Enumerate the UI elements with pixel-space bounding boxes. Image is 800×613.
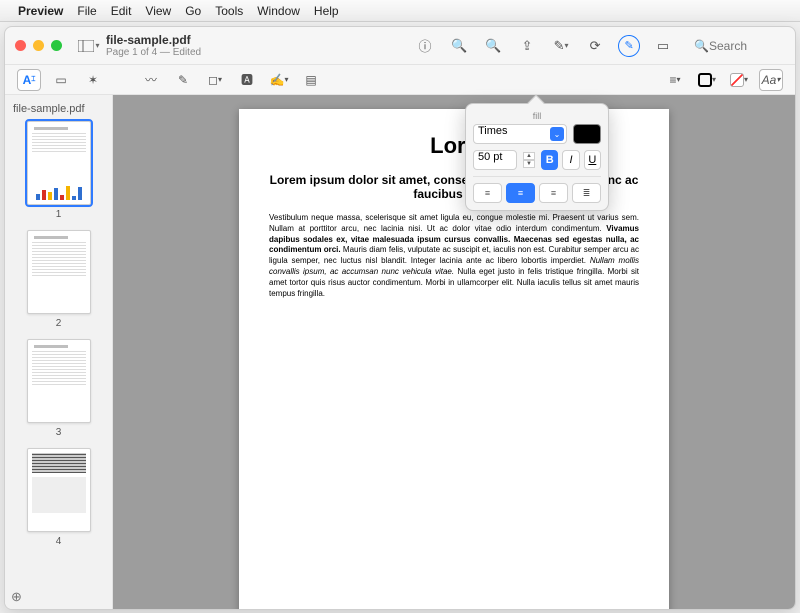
menu-view[interactable]: View xyxy=(145,4,171,18)
form-icon: ▭ xyxy=(657,38,669,54)
italic-button[interactable]: I xyxy=(562,150,579,170)
text-style-popover: fill Times ⌄ 50 pt ▲▼ B I U ≡ ≡ ≡ ≣ xyxy=(465,103,609,211)
close-window-button[interactable] xyxy=(15,40,26,51)
document-canvas[interactable]: Lore Lorem ipsum dolor sit amet, consect… xyxy=(113,95,795,609)
minimize-window-button[interactable] xyxy=(33,40,44,51)
thumb-4-number: 4 xyxy=(56,536,62,547)
textbox-icon: 🅰 xyxy=(241,71,253,88)
rotate-button[interactable]: ⟳ xyxy=(582,33,608,59)
line-icon: ≡ xyxy=(669,73,676,87)
info-icon: ⓘ xyxy=(419,36,432,55)
menu-window[interactable]: Window xyxy=(257,4,300,18)
thumb-3-number: 3 xyxy=(56,427,62,438)
menu-go[interactable]: Go xyxy=(185,4,201,18)
font-size-field[interactable]: 50 pt xyxy=(473,150,517,170)
thumbnail-4[interactable]: 4 xyxy=(5,448,112,547)
traffic-lights xyxy=(15,40,62,51)
popover-label: fill xyxy=(473,111,601,121)
app-name-menu[interactable]: Preview xyxy=(18,4,63,18)
sidebar-icon xyxy=(78,40,94,52)
align-left-button[interactable]: ≡ xyxy=(473,183,502,203)
sidebar-title: file-sample.pdf xyxy=(5,101,112,121)
menu-file[interactable]: File xyxy=(77,4,96,18)
signature-icon: ✍ xyxy=(270,73,285,87)
rotate-icon: ⟳ xyxy=(590,38,601,54)
sign-tool-button[interactable]: ✍▾ xyxy=(267,69,291,91)
zoom-out-icon: 🔍 xyxy=(451,38,467,54)
redact-icon: ✶ xyxy=(88,73,98,87)
paragraph-1: Vestibulum neque massa, scelerisque sit … xyxy=(269,213,639,609)
align-center-icon: ≡ xyxy=(518,188,523,198)
align-justify-icon: ≣ xyxy=(583,188,591,199)
align-right-icon: ≡ xyxy=(551,188,556,198)
thumbnail-1[interactable]: 1 xyxy=(5,121,112,220)
search-field[interactable]: 🔍 xyxy=(688,37,785,55)
text-box-button[interactable]: 🅰 xyxy=(235,69,259,91)
sketch-icon: 〰 xyxy=(145,71,157,88)
selection-tool-button[interactable]: ▭ xyxy=(49,69,73,91)
fill-icon xyxy=(730,73,744,87)
chevron-updown-icon: ⌄ xyxy=(550,127,564,141)
highlight-icon: ✎ xyxy=(554,38,565,54)
selection-icon: ▭ xyxy=(55,73,66,87)
fill-color-button[interactable]: ▾ xyxy=(727,69,751,91)
zoom-in-icon: 🔍 xyxy=(485,38,501,54)
title-area: file-sample.pdf Page 1 of 4 — Edited xyxy=(106,33,201,58)
text-style-button[interactable]: Aa▾ xyxy=(759,69,783,91)
search-icon: 🔍 xyxy=(694,39,709,53)
menubar: Preview File Edit View Go Tools Window H… xyxy=(0,0,800,22)
add-page-button[interactable]: ⊕ xyxy=(11,589,22,605)
thumbnail-3[interactable]: 3 xyxy=(5,339,112,438)
zoom-window-button[interactable] xyxy=(51,40,62,51)
document-subtitle: Page 1 of 4 — Edited xyxy=(106,47,201,58)
align-center-button[interactable]: ≡ xyxy=(506,183,535,203)
highlight-button[interactable]: ✎▾ xyxy=(548,33,574,59)
menu-tools[interactable]: Tools xyxy=(215,4,243,18)
preview-window: ▾ file-sample.pdf Page 1 of 4 — Edited ⓘ… xyxy=(4,26,796,610)
thumbnail-sidebar: file-sample.pdf 1 2 3 4 ⊕ xyxy=(5,95,113,609)
markup-toolbar: A⌶ ▭ ✶ 〰 ✎ ◻▾ 🅰 ✍▾ ▤ ≡▾ ▾ ▾ Aa▾ xyxy=(5,65,795,95)
align-justify-button[interactable]: ≣ xyxy=(572,183,601,203)
markup-button[interactable]: ✎ xyxy=(616,33,642,59)
form-button[interactable]: ▭ xyxy=(650,33,676,59)
thumbnail-2[interactable]: 2 xyxy=(5,230,112,329)
sketch-tool-button[interactable]: 〰 xyxy=(139,69,163,91)
note-icon: ▤ xyxy=(305,73,316,87)
menu-help[interactable]: Help xyxy=(314,4,339,18)
note-tool-button[interactable]: ▤ xyxy=(299,69,323,91)
draw-icon: ✎ xyxy=(178,73,188,87)
redact-tool-button[interactable]: ✶ xyxy=(81,69,105,91)
shapes-icon: ◻ xyxy=(208,73,218,87)
thumb-2-number: 2 xyxy=(56,318,62,329)
thumb-1-number: 1 xyxy=(56,209,62,220)
line-style-button[interactable]: ≡▾ xyxy=(663,69,687,91)
document-filename: file-sample.pdf xyxy=(106,33,201,47)
menu-edit[interactable]: Edit xyxy=(111,4,132,18)
share-icon: ⇪ xyxy=(522,38,533,54)
draw-tool-button[interactable]: ✎ xyxy=(171,69,195,91)
share-button[interactable]: ⇪ xyxy=(514,33,540,59)
search-input[interactable] xyxy=(709,39,779,53)
align-left-icon: ≡ xyxy=(485,188,490,198)
markup-icon: ✎ xyxy=(618,35,640,57)
stroke-color-button[interactable]: ▾ xyxy=(695,69,719,91)
zoom-out-button[interactable]: 🔍 xyxy=(446,33,472,59)
underline-button[interactable]: U xyxy=(584,150,601,170)
titlebar: ▾ file-sample.pdf Page 1 of 4 — Edited ⓘ… xyxy=(5,27,795,65)
text-color-swatch[interactable] xyxy=(573,124,601,144)
align-right-button[interactable]: ≡ xyxy=(539,183,568,203)
info-button[interactable]: ⓘ xyxy=(412,33,438,59)
text-tool-button[interactable]: A⌶ xyxy=(17,69,41,91)
zoom-in-button[interactable]: 🔍 xyxy=(480,33,506,59)
font-family-select[interactable]: Times ⌄ xyxy=(473,124,567,144)
sidebar-toggle-button[interactable]: ▾ xyxy=(76,33,102,59)
stroke-icon xyxy=(698,73,712,87)
shapes-tool-button[interactable]: ◻▾ xyxy=(203,69,227,91)
font-size-stepper[interactable]: ▲▼ xyxy=(523,152,535,168)
bold-button[interactable]: B xyxy=(541,150,558,170)
